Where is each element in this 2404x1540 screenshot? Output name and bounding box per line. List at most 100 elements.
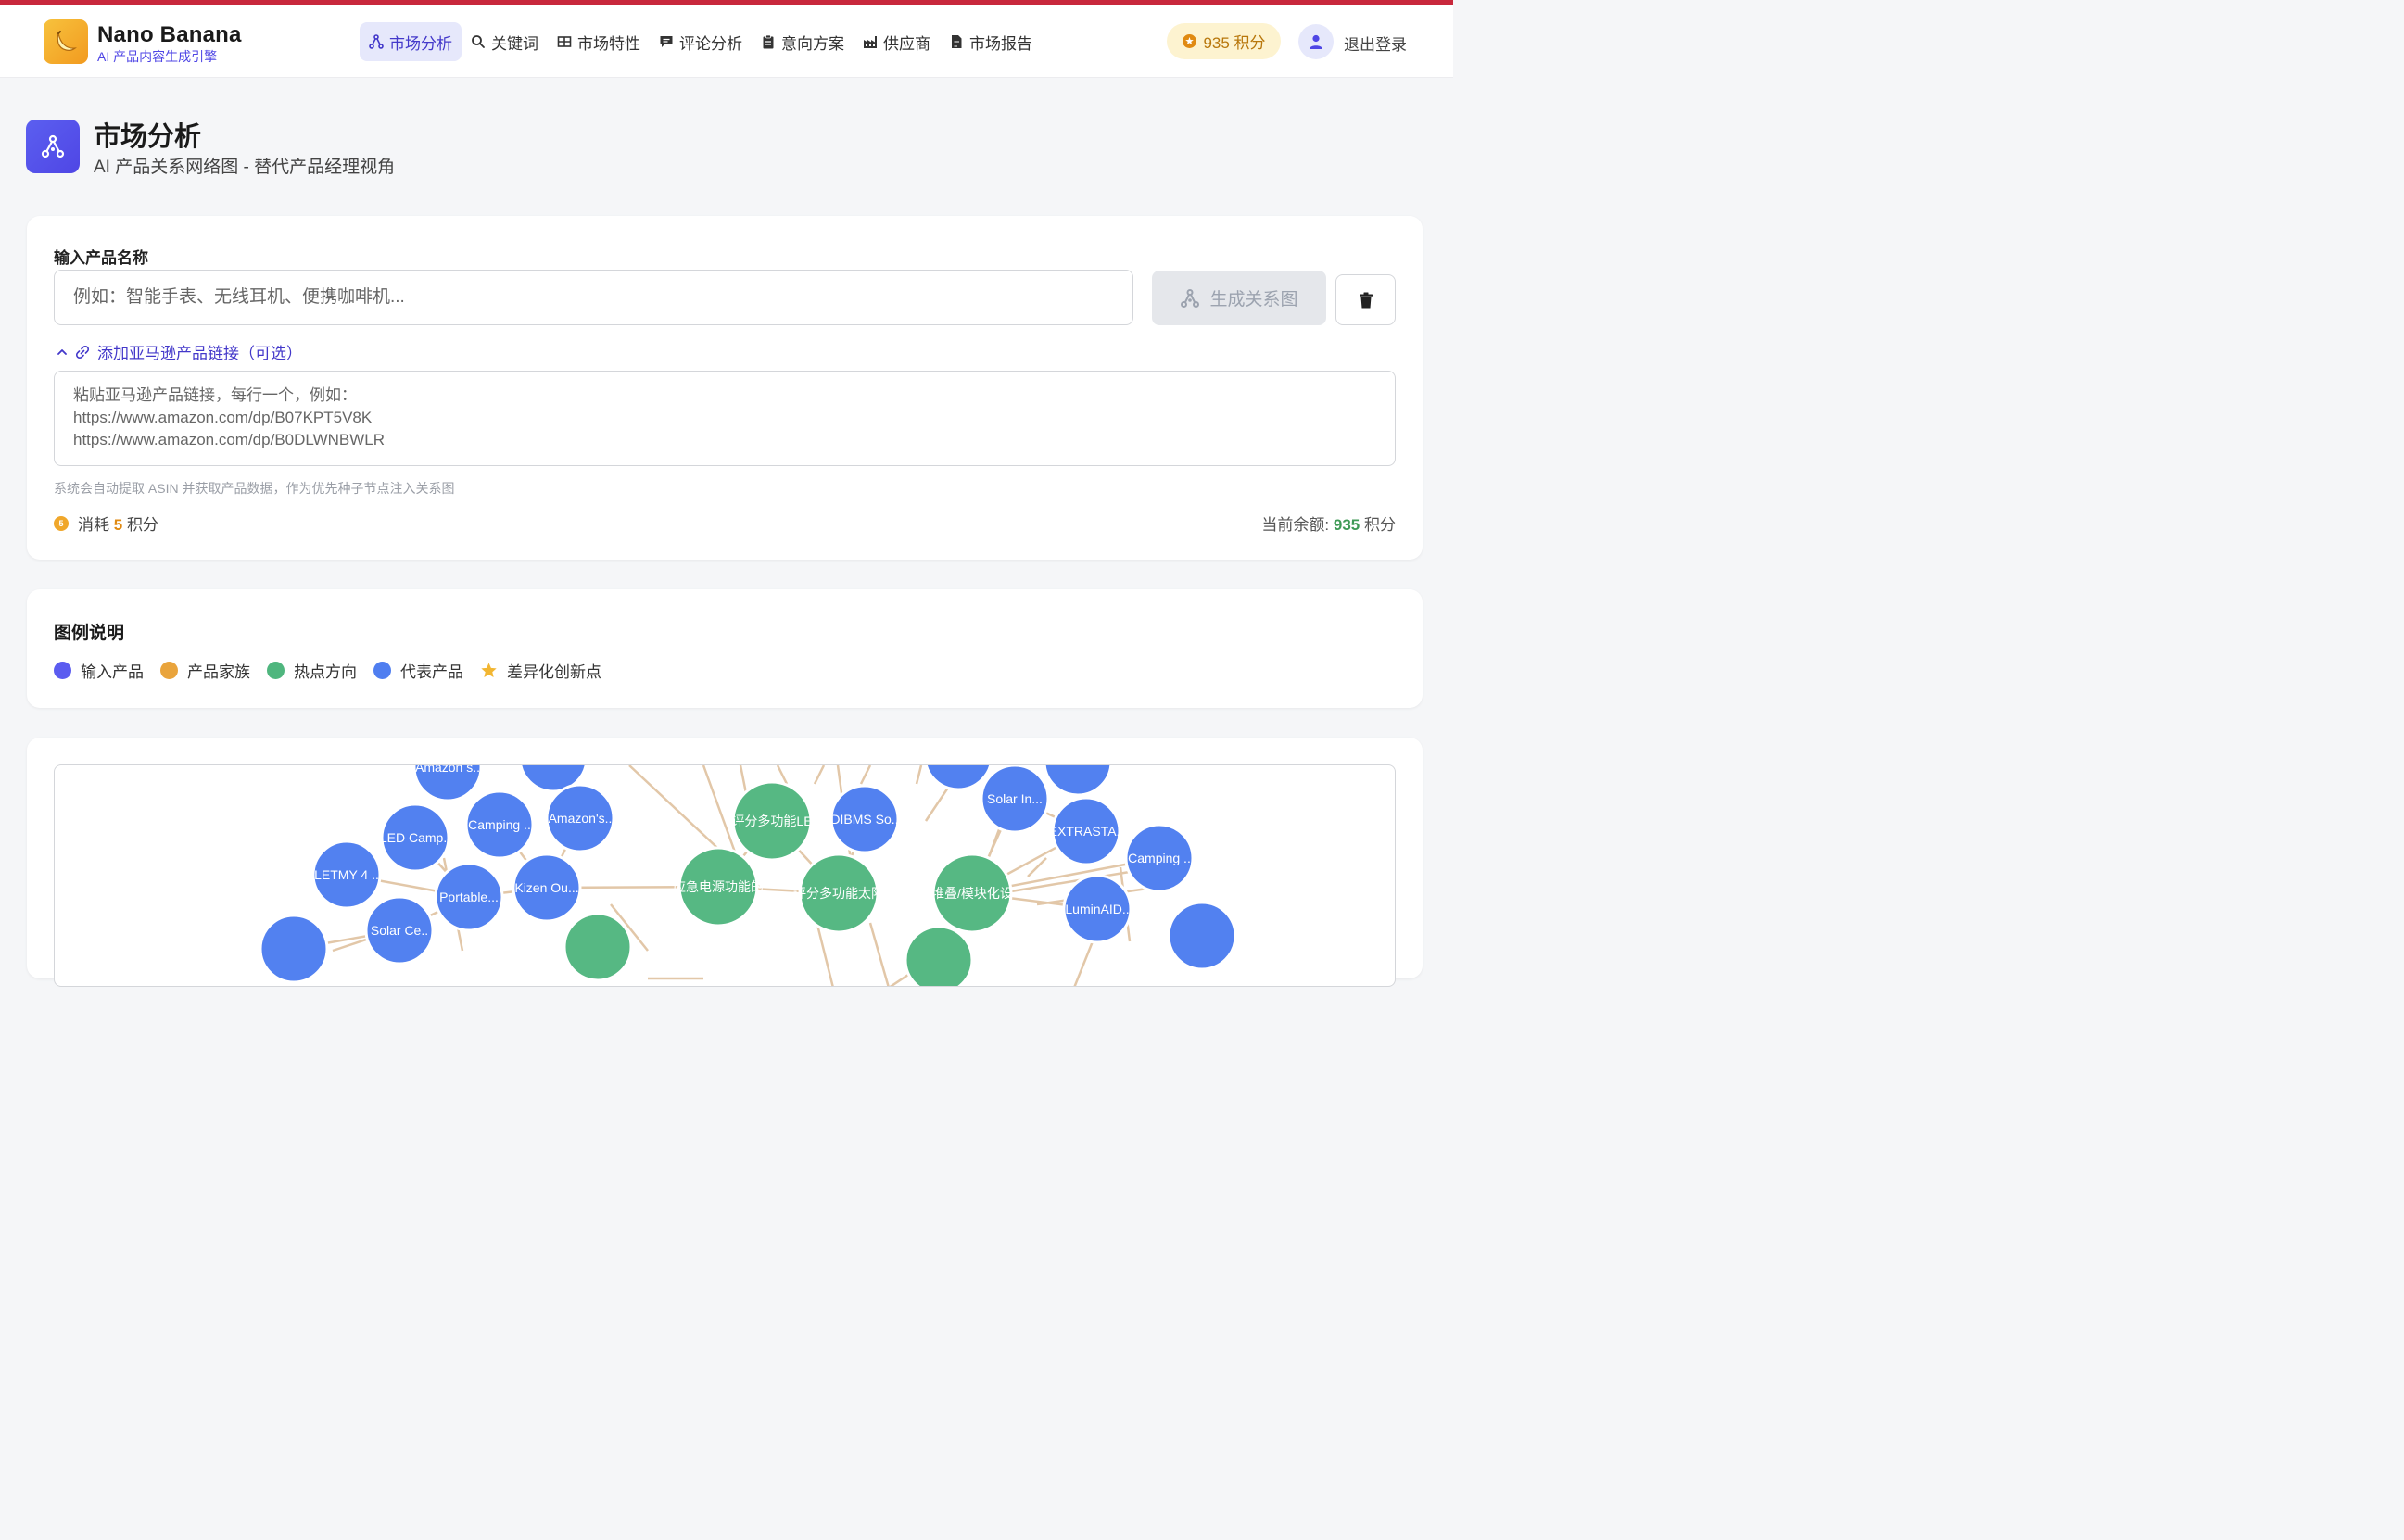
banana-logo-icon[interactable] <box>44 19 88 64</box>
graph-node[interactable] <box>1167 901 1237 971</box>
legend-label: 差异化创新点 <box>507 663 601 681</box>
legend-label: 产品家族 <box>187 663 250 681</box>
graph-node[interactable] <box>563 912 633 982</box>
graph-edge <box>859 765 872 785</box>
legend-label: 热点方向 <box>294 663 357 681</box>
user-avatar-icon[interactable] <box>1298 24 1334 59</box>
nav-item-proposals[interactable]: 意向方案 <box>752 22 854 61</box>
graph-node[interactable]: Kizen Ou... <box>512 852 582 923</box>
graph-node-label: EXTRASTA.. <box>1049 824 1124 839</box>
nav-label: 供应商 <box>883 34 930 53</box>
legend-dot-icon <box>54 662 71 679</box>
graph-node-label: Solar In... <box>987 791 1043 806</box>
graph-node[interactable]: LuminAID.. <box>1062 874 1132 944</box>
graph-node[interactable]: 应急电源功能的 <box>673 846 764 928</box>
graph-node[interactable] <box>904 925 974 987</box>
page-subtitle: AI 产品关系网络图 - 替代产品经理视角 <box>94 158 396 177</box>
graph-node[interactable]: Solar Ce.. <box>364 895 435 966</box>
graph-node[interactable] <box>924 765 993 791</box>
generate-label: 生成关系图 <box>1209 290 1298 309</box>
graph-node[interactable]: Solar In... <box>980 765 1050 834</box>
graph-node[interactable]: 评分多功能LE <box>731 780 813 862</box>
nav-label: 市场报告 <box>969 34 1032 53</box>
grid-icon <box>557 36 572 47</box>
graph-canvas[interactable]: Amazon s.. LED Camp.. Camping .. Amazon's..… <box>55 765 1396 987</box>
nav-item-keywords[interactable]: 关键词 <box>462 22 548 61</box>
generate-graph-button[interactable]: 生成关系图 <box>1152 271 1326 325</box>
chevron-up-icon <box>57 348 67 355</box>
legend-label: 代表产品 <box>400 663 463 681</box>
legend-item-hot-direction: 热点方向 <box>267 659 357 682</box>
graph-node-circle <box>259 914 329 984</box>
graph-node-label: LuminAID.. <box>1065 902 1129 916</box>
points-label: 935 积分 <box>1203 34 1266 52</box>
graph-node[interactable]: Amazon's.. <box>545 783 615 853</box>
graph-node-label: DIBMS So.. <box>830 812 898 827</box>
clear-button[interactable] <box>1335 274 1396 325</box>
graph-edge <box>776 765 789 785</box>
graph-node-circle <box>1043 765 1113 797</box>
graph-card: Amazon s.. LED Camp.. Camping .. Amazon's..… <box>27 738 1423 987</box>
link-icon <box>75 345 90 359</box>
legend-dot-icon <box>267 662 285 679</box>
legend-list: 输入产品 产品家族 热点方向 代表产品 差异化创新点 <box>54 659 601 682</box>
document-icon <box>952 35 962 48</box>
graph-node-label: Camping .. <box>468 817 531 832</box>
graph-node-circle <box>1167 901 1237 971</box>
graph-edge <box>1073 940 1094 986</box>
nav-item-market-report[interactable]: 市场报告 <box>940 22 1042 61</box>
graph-node-label: Amazon's.. <box>549 811 613 826</box>
graph-node[interactable]: LED Camp.. <box>380 802 450 873</box>
graph-node[interactable]: Camping .. <box>464 789 535 860</box>
relationship-graph[interactable]: Amazon s.. LED Camp.. Camping .. Amazon's..… <box>54 764 1396 987</box>
brand-subtitle: AI 产品内容生成引擎 <box>97 49 218 64</box>
graph-node[interactable] <box>1043 765 1113 797</box>
graph-edge <box>868 922 890 986</box>
amazon-links-textarea[interactable] <box>54 371 1396 466</box>
graph-node[interactable]: Portable... <box>434 862 504 932</box>
points-badge[interactable]: 935 积分 <box>1167 23 1281 59</box>
legend-label: 输入产品 <box>81 663 144 681</box>
clipboard-icon <box>763 34 774 49</box>
legend-item-product-family: 产品家族 <box>160 659 250 682</box>
nav-item-review-analysis[interactable]: 评论分析 <box>650 22 752 61</box>
nav-label: 市场特性 <box>577 34 640 53</box>
nav-label: 市场分析 <box>389 34 452 53</box>
comment-icon <box>660 36 673 47</box>
graph-node[interactable]: LETMY 4 .. <box>311 839 382 910</box>
graph-node[interactable]: Amazon s.. <box>412 765 483 802</box>
cost-text: 消耗 5 积分 <box>78 511 158 535</box>
legend-item-representative-product: 代表产品 <box>373 659 463 682</box>
cost-value: 5 <box>113 516 123 534</box>
graph-node-label: 堆叠/模块化设 <box>931 886 1013 901</box>
star-icon <box>481 663 497 678</box>
legend-card: 图例说明 输入产品 产品家族 热点方向 代表产品 差异化创新点 <box>27 589 1423 708</box>
graph-node-label: LED Camp.. <box>380 830 450 845</box>
graph-node[interactable]: EXTRASTA.. <box>1049 796 1124 866</box>
graph-node[interactable]: 堆叠/模块化设 <box>931 852 1013 934</box>
graph-node-circle <box>904 925 974 986</box>
balance-info: 当前余额: 935 积分 <box>1261 511 1396 535</box>
cost-prefix: 消耗 <box>78 516 109 534</box>
graph-node-label: Camping .. <box>1128 851 1191 865</box>
graph-node-label: 评分多功能LE <box>731 814 812 828</box>
network-icon <box>369 34 384 49</box>
graph-node[interactable] <box>259 914 329 984</box>
product-name-label: 输入产品名称 <box>54 249 148 267</box>
graph-node[interactable]: Camping .. <box>1124 823 1195 893</box>
amazon-links-toggle[interactable]: 添加亚马逊产品链接（可选） <box>57 340 302 363</box>
logout-link[interactable]: 退出登录 <box>1344 32 1407 55</box>
graph-node[interactable]: DIBMS So.. <box>829 784 900 854</box>
product-name-input[interactable] <box>54 270 1133 325</box>
factory-icon <box>864 36 877 48</box>
graph-node[interactable]: 评分多功能太阳 <box>793 852 884 934</box>
app-header: Nano Banana AI 产品内容生成引擎 市场分析 关键词 市场特性 评论… <box>0 5 1453 78</box>
nav-item-market-analysis[interactable]: 市场分析 <box>360 22 462 61</box>
nav-item-market-traits[interactable]: 市场特性 <box>548 22 650 61</box>
amazon-toggle-label: 添加亚马逊产品链接（可选） <box>97 345 302 362</box>
product-input-card: 输入产品名称 生成关系图 添加亚马逊产品链接（可选） 系统会自动提取 ASIN … <box>27 216 1423 560</box>
legend-dot-icon <box>373 662 391 679</box>
nav-item-suppliers[interactable]: 供应商 <box>854 22 940 61</box>
graph-node-label: Kizen Ou... <box>514 880 578 895</box>
graph-node-label: LETMY 4 .. <box>314 867 379 882</box>
